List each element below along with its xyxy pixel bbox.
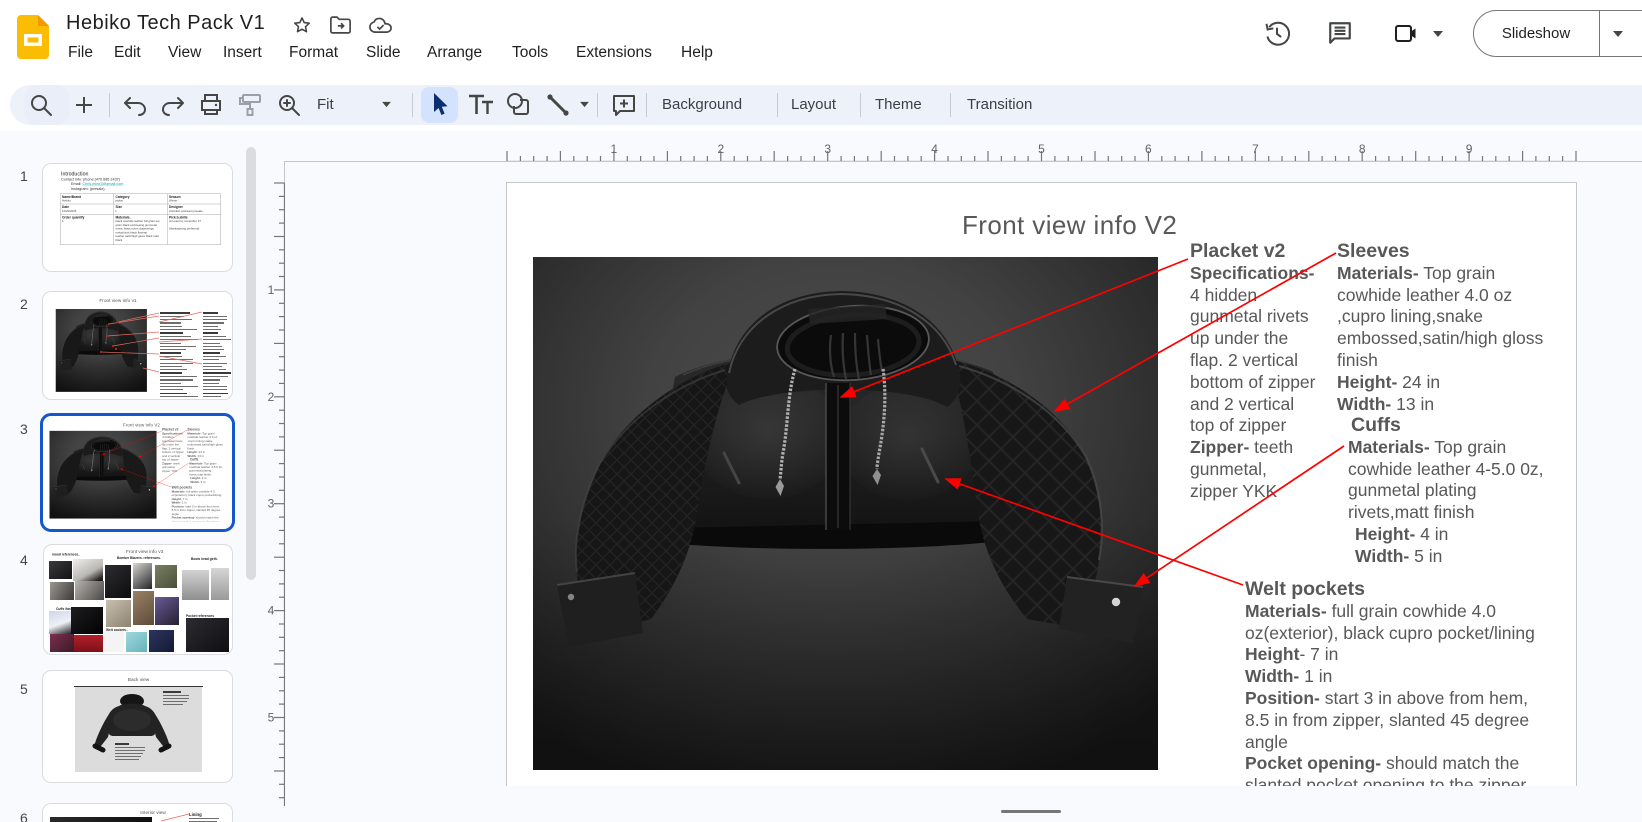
svg-text:5: 5	[268, 711, 275, 725]
svg-text:5: 5	[1038, 142, 1045, 156]
svg-text:4: 4	[268, 604, 275, 618]
svg-text:9: 9	[1466, 142, 1473, 156]
svg-text:2: 2	[268, 390, 275, 404]
svg-text:1: 1	[268, 283, 275, 297]
svg-text:6: 6	[1145, 142, 1152, 156]
svg-text:1: 1	[611, 142, 618, 156]
svg-text:8: 8	[1359, 142, 1366, 156]
svg-text:7: 7	[1252, 142, 1259, 156]
svg-text:2: 2	[717, 142, 724, 156]
svg-text:4: 4	[931, 142, 938, 156]
svg-text:3: 3	[824, 142, 831, 156]
svg-text:3: 3	[268, 497, 275, 511]
